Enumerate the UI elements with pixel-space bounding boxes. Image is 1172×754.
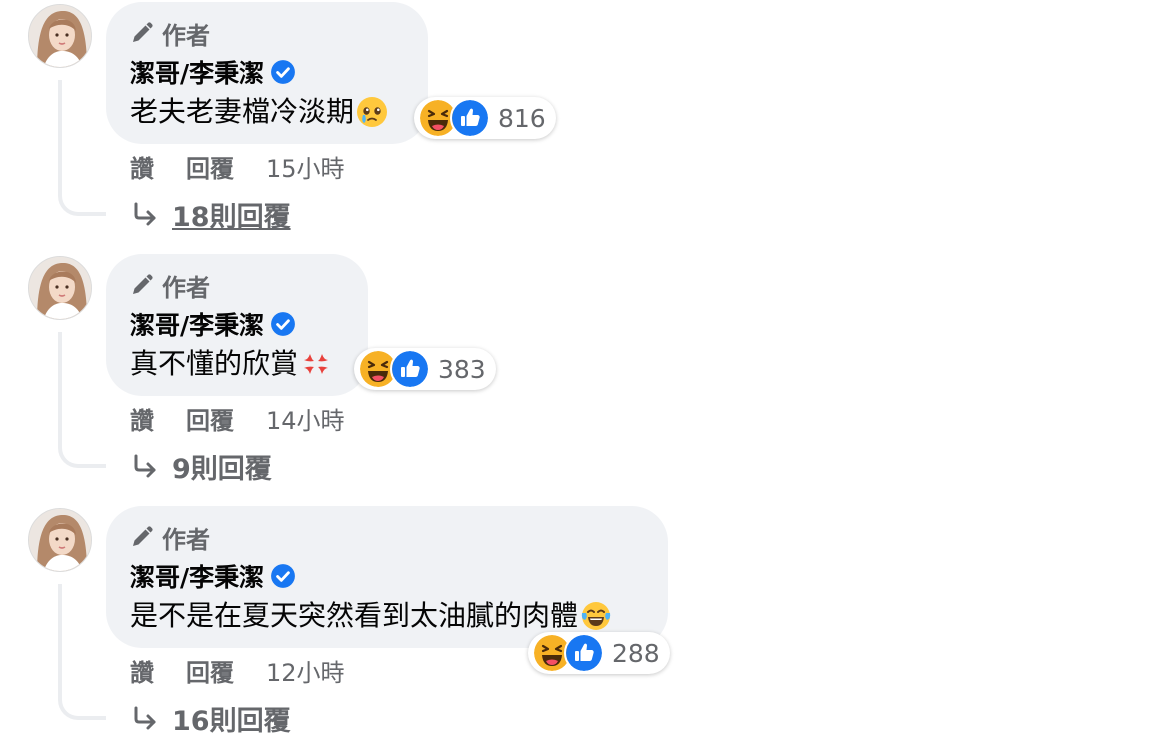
pen-icon bbox=[133, 22, 153, 42]
comment-text-content: 是不是在夏天突然看到太油膩的肉體 bbox=[130, 599, 579, 632]
reaction-count: 816 bbox=[498, 103, 546, 133]
view-replies-link[interactable]: 18則回覆 bbox=[130, 194, 291, 234]
author-badge-label: 作者 bbox=[162, 273, 210, 302]
comment: 作者 潔哥/李秉潔 真不懂的欣賞 383 讚 回覆 14小時 9則回覆 bbox=[0, 252, 1172, 502]
reply-button[interactable]: 回覆 bbox=[186, 149, 234, 184]
reactions-summary[interactable]: 816 bbox=[414, 97, 556, 139]
comment: 作者 潔哥/李秉潔 是不是在夏天突然看到太油膩的肉體 288 讚 回覆 12小時… bbox=[0, 504, 1172, 754]
comment-actions: 讚 回覆 14小時 bbox=[130, 398, 345, 438]
timestamp[interactable]: 14小時 bbox=[266, 401, 345, 436]
like-reaction-icon bbox=[390, 349, 430, 389]
verified-badge-icon bbox=[271, 564, 296, 588]
avatar[interactable] bbox=[28, 256, 92, 320]
reply-arrow-icon bbox=[134, 706, 156, 730]
thread-line bbox=[58, 584, 106, 720]
author-badge-label: 作者 bbox=[162, 21, 210, 50]
view-replies-link[interactable]: 9則回覆 bbox=[130, 446, 272, 486]
author-badge-label: 作者 bbox=[162, 525, 210, 554]
pen-icon bbox=[133, 526, 153, 546]
like-reaction-icon bbox=[564, 633, 604, 673]
view-replies-label[interactable]: 16則回覆 bbox=[172, 699, 291, 738]
view-replies-link[interactable]: 16則回覆 bbox=[130, 698, 291, 738]
comment-bubble: 作者 潔哥/李秉潔 老夫老妻檔冷淡期 bbox=[106, 2, 428, 144]
like-button[interactable]: 讚 bbox=[130, 149, 154, 184]
author-badge: 作者 bbox=[130, 16, 404, 50]
author-name[interactable]: 潔哥/李秉潔 bbox=[130, 306, 264, 342]
author-row: 潔哥/李秉潔 bbox=[130, 556, 644, 596]
reply-button[interactable]: 回覆 bbox=[186, 401, 234, 436]
verified-badge-icon bbox=[271, 60, 296, 84]
anger-symbol-emoji-icon bbox=[304, 354, 329, 374]
pen-icon bbox=[133, 274, 153, 294]
author-name[interactable]: 潔哥/李秉潔 bbox=[130, 558, 264, 594]
comment-text-content: 真不懂的欣賞 bbox=[130, 347, 299, 380]
comment-text: 真不懂的欣賞 bbox=[130, 344, 344, 384]
thread-line bbox=[58, 80, 106, 216]
author-row: 潔哥/李秉潔 bbox=[130, 304, 344, 344]
reactions-summary[interactable]: 288 bbox=[528, 632, 670, 674]
like-button[interactable]: 讚 bbox=[130, 653, 154, 688]
reactions-summary[interactable]: 383 bbox=[354, 348, 496, 390]
comment-text: 是不是在夏天突然看到太油膩的肉體 bbox=[130, 596, 644, 636]
comment-text-content: 老夫老妻檔冷淡期 bbox=[130, 95, 355, 128]
reaction-count: 288 bbox=[612, 638, 660, 668]
author-name[interactable]: 潔哥/李秉潔 bbox=[130, 54, 264, 90]
verified-badge-icon bbox=[271, 312, 296, 336]
view-replies-label[interactable]: 9則回覆 bbox=[172, 447, 272, 486]
comment-text: 老夫老妻檔冷淡期 bbox=[130, 92, 404, 132]
pleading-tear-emoji-icon bbox=[357, 97, 388, 127]
comment-bubble: 作者 潔哥/李秉潔 是不是在夏天突然看到太油膩的肉體 bbox=[106, 506, 668, 648]
avatar[interactable] bbox=[28, 4, 92, 68]
view-replies-label[interactable]: 18則回覆 bbox=[172, 195, 291, 234]
thread-line bbox=[58, 332, 106, 468]
tears-of-joy-emoji-icon bbox=[581, 602, 611, 630]
like-reaction-icon bbox=[450, 98, 490, 138]
author-row: 潔哥/李秉潔 bbox=[130, 52, 404, 92]
comment: 作者 潔哥/李秉潔 老夫老妻檔冷淡期 816 讚 回覆 15小時 18則回覆 bbox=[0, 0, 1172, 250]
author-badge: 作者 bbox=[130, 520, 644, 554]
comment-bubble: 作者 潔哥/李秉潔 真不懂的欣賞 bbox=[106, 254, 368, 396]
comment-actions: 讚 回覆 12小時 bbox=[130, 650, 345, 690]
reply-button[interactable]: 回覆 bbox=[186, 653, 234, 688]
timestamp[interactable]: 12小時 bbox=[266, 653, 345, 688]
comment-actions: 讚 回覆 15小時 bbox=[130, 146, 345, 186]
like-button[interactable]: 讚 bbox=[130, 401, 154, 436]
reaction-count: 383 bbox=[438, 354, 486, 384]
avatar[interactable] bbox=[28, 508, 92, 572]
timestamp[interactable]: 15小時 bbox=[266, 149, 345, 184]
author-badge: 作者 bbox=[130, 268, 344, 302]
reply-arrow-icon bbox=[134, 202, 156, 226]
reply-arrow-icon bbox=[134, 454, 156, 478]
